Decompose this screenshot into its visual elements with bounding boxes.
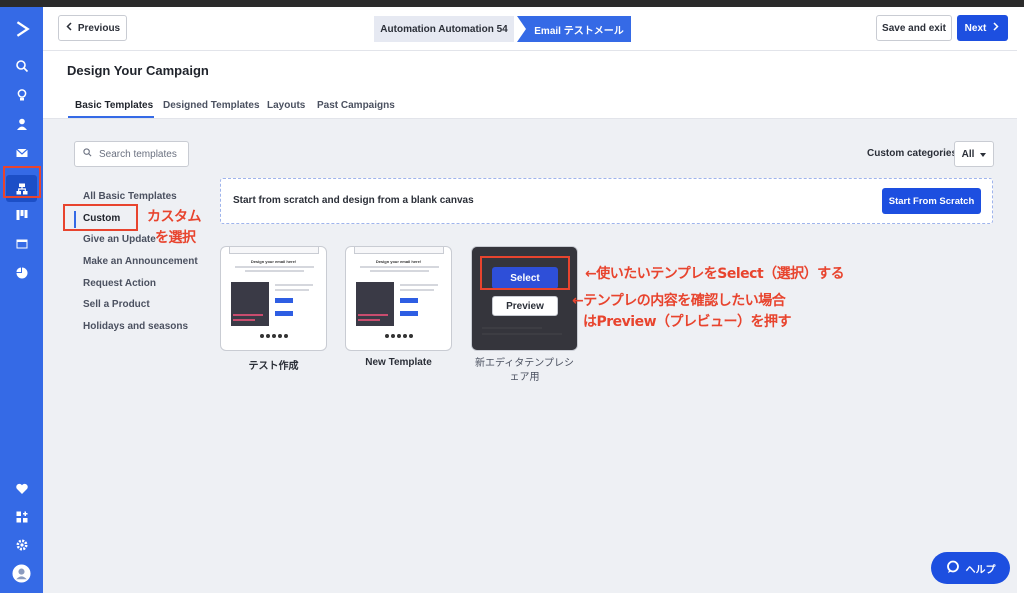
avatar-icon[interactable] xyxy=(0,561,43,585)
thumbnail-social-dot xyxy=(409,334,413,338)
annotation-custom-line1: カスタム xyxy=(147,209,202,225)
thumbnail-text-line xyxy=(370,270,429,272)
chat-icon xyxy=(946,560,960,577)
annotation-select-note: ←使いたいテンプレをSelect（選択）する xyxy=(585,266,845,282)
search-icon xyxy=(83,148,92,160)
active-tab-underline xyxy=(68,116,154,118)
tab-layouts[interactable]: Layouts xyxy=(267,100,305,111)
thumbnail-button xyxy=(275,298,293,303)
lightbulb-icon[interactable] xyxy=(0,83,43,107)
thumbnail-social-dot xyxy=(397,334,401,338)
annotation-select-highlight xyxy=(480,256,570,290)
category-select-value: All xyxy=(961,148,975,160)
thumbnail-social-dot xyxy=(403,334,407,338)
template-name: New Template xyxy=(365,357,432,368)
title-bar: Design Your Campaign Basic Templates Des… xyxy=(43,51,1017,119)
step-email: Email テストメール xyxy=(517,16,631,42)
start-from-scratch-panel: Start from scratch and design from a bla… xyxy=(220,178,993,224)
category-select[interactable]: All xyxy=(954,141,994,167)
category-all-basic[interactable]: All Basic Templates xyxy=(83,191,177,202)
window-right-edge xyxy=(1017,7,1024,593)
help-label: ヘルプ xyxy=(965,564,996,576)
chevron-left-icon xyxy=(65,22,73,34)
thumbnail-image xyxy=(231,282,269,326)
category-request-action[interactable]: Request Action xyxy=(83,278,156,289)
thumbnail-title: Design your email here! xyxy=(250,259,297,264)
thumbnail-text-line xyxy=(235,266,314,268)
category-give-update[interactable]: Give an Update xyxy=(83,234,156,245)
thumbnail-social-dot xyxy=(272,334,276,338)
thumbnail-text-line xyxy=(245,270,304,272)
thumbnail-button xyxy=(400,298,418,303)
thumbnail-social-dot xyxy=(260,334,264,338)
chevron-right-icon xyxy=(992,22,1000,34)
thumbnail-social-dot xyxy=(284,334,288,338)
save-and-exit-button[interactable]: Save and exit xyxy=(876,15,952,41)
previous-button-label: Previous xyxy=(77,22,121,34)
annotation-preview-line2: はPreview（プレビュー）を押す xyxy=(583,314,792,330)
search-placeholder: Search templates xyxy=(99,148,177,160)
next-button[interactable]: Next xyxy=(957,15,1008,41)
thumbnail-social-dot xyxy=(278,334,282,338)
scratch-description: Start from scratch and design from a bla… xyxy=(233,195,474,206)
sidebar xyxy=(0,7,43,593)
thumbnail-header xyxy=(229,247,319,254)
category-holidays[interactable]: Holidays and seasons xyxy=(83,321,188,332)
thumbnail-header xyxy=(354,247,444,254)
contacts-icon[interactable] xyxy=(0,112,43,136)
thumbnail-text-line xyxy=(400,289,434,291)
window-top-frame xyxy=(0,0,1024,7)
annotation-sidebar-highlight xyxy=(3,166,41,198)
thumbnail-button xyxy=(400,311,418,316)
email-icon[interactable] xyxy=(0,141,43,165)
template-name: テスト作成 xyxy=(248,361,299,372)
pipelines-icon[interactable] xyxy=(0,203,43,227)
annotation-preview-line1: ←テンプレの内容を確認したい場合 xyxy=(572,293,786,309)
thumbnail-text-line xyxy=(360,266,439,268)
tab-designed-templates[interactable]: Designed Templates xyxy=(163,100,260,111)
thumbnail-image-stripe xyxy=(233,319,255,321)
thumbnail-social-dot xyxy=(385,334,389,338)
template-card[interactable]: Design your email here! xyxy=(345,246,452,351)
thumbnail-social-dot xyxy=(391,334,395,338)
preview-button[interactable]: Preview xyxy=(492,296,558,316)
thumbnail-social-dot xyxy=(266,334,270,338)
annotation-custom-line2: を選択 xyxy=(155,230,196,246)
apps-icon[interactable] xyxy=(0,505,43,529)
thumbnail-button xyxy=(275,311,293,316)
search-icon[interactable] xyxy=(0,54,43,78)
category-make-announcement[interactable]: Make an Announcement xyxy=(83,256,198,267)
thumbnail-title: Design your email here! xyxy=(375,259,422,264)
search-templates-input[interactable]: Search templates xyxy=(74,141,189,167)
main-app: Previous Automation Automation 54 Email … xyxy=(43,7,1017,593)
tab-basic-templates[interactable]: Basic Templates xyxy=(75,100,153,111)
template-name: 新エディタテンプレシェア用 xyxy=(475,358,574,383)
reports-icon[interactable] xyxy=(0,261,43,285)
thumbnail-text-line xyxy=(400,284,438,286)
previous-button[interactable]: Previous xyxy=(58,15,127,41)
logo-icon[interactable] xyxy=(0,15,43,43)
campaign-header: Previous Automation Automation 54 Email … xyxy=(43,7,1017,51)
thumbnail-image-stripe xyxy=(358,319,380,321)
annotation-custom-highlight xyxy=(63,204,138,231)
heart-icon[interactable] xyxy=(0,477,43,501)
tab-past-campaigns[interactable]: Past Campaigns xyxy=(317,100,395,111)
settings-icon[interactable] xyxy=(0,533,43,557)
help-button[interactable]: ヘルプ xyxy=(931,552,1010,584)
thumbnail-image-stripe xyxy=(358,314,388,316)
page-title: Design Your Campaign xyxy=(67,63,209,78)
step-automation: Automation Automation 54 xyxy=(374,16,514,42)
caret-down-icon xyxy=(980,149,987,160)
start-from-scratch-button[interactable]: Start From Scratch xyxy=(882,188,981,214)
template-card[interactable]: Design your email here! xyxy=(220,246,327,351)
website-icon[interactable] xyxy=(0,232,43,256)
custom-categories-label: Custom categories xyxy=(867,148,958,159)
category-sell-product[interactable]: Sell a Product xyxy=(83,299,150,310)
thumbnail-image xyxy=(356,282,394,326)
next-button-label: Next xyxy=(964,22,987,34)
thumbnail-image-stripe xyxy=(233,314,263,316)
thumbnail-text-line xyxy=(275,289,309,291)
thumbnail-text-line xyxy=(275,284,313,286)
